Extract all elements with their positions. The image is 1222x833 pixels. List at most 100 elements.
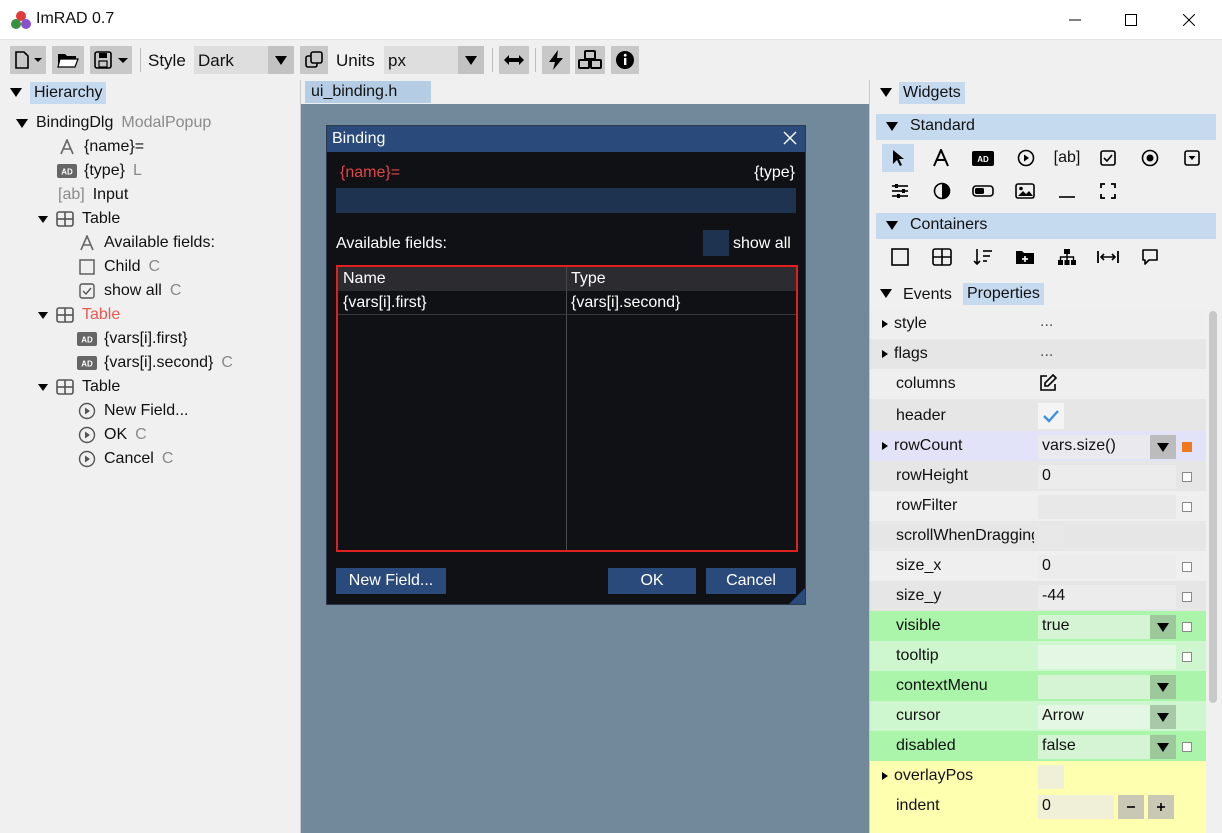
scrollbar-track[interactable] [1208, 309, 1218, 833]
tree-icon[interactable] [1051, 243, 1083, 271]
tree-item-available-fields[interactable]: Available fields: [76, 231, 215, 255]
prop-row-overlaypos[interactable]: overlayPos [870, 761, 1206, 791]
new-file-button[interactable] [10, 46, 46, 74]
prop-row-tooltip[interactable]: tooltip [870, 641, 1206, 671]
child-window-icon[interactable] [884, 243, 916, 271]
decrement-button[interactable] [1118, 795, 1144, 819]
prop-row-style[interactable]: style ... [870, 309, 1206, 339]
cubes-button[interactable] [575, 46, 605, 74]
column-header-name[interactable]: Name [343, 270, 386, 288]
containers-section-header[interactable]: Containers [876, 213, 1216, 239]
prop-row-rowcount[interactable]: rowCount vars.size() [870, 431, 1206, 461]
tree-item-cancel[interactable]: Cancel C [76, 447, 173, 471]
tooltip-icon[interactable] [1134, 243, 1166, 271]
resize-horizontal-button[interactable] [499, 46, 529, 74]
bolt-button[interactable] [542, 46, 570, 74]
binding-indicator[interactable] [1182, 562, 1192, 572]
style-select[interactable]: Dark [194, 46, 294, 74]
tab-ui-binding[interactable]: ui_binding.h [305, 81, 431, 103]
prop-row-flags[interactable]: flags ... [870, 339, 1206, 369]
expand-icon[interactable] [882, 350, 888, 358]
binding-indicator[interactable] [1182, 652, 1192, 662]
binding-indicator[interactable] [1182, 502, 1192, 512]
standard-section-header[interactable]: Standard [876, 114, 1216, 140]
binding-input[interactable] [336, 188, 796, 213]
prop-row-contextmenu[interactable]: contextMenu [870, 671, 1206, 701]
binding-indicator[interactable] [1182, 592, 1192, 602]
tree-item-table-1[interactable]: Table [38, 207, 120, 231]
binding-indicator[interactable] [1182, 622, 1192, 632]
button-icon[interactable] [1010, 144, 1042, 172]
increment-button[interactable] [1148, 795, 1174, 819]
slider-icon[interactable] [884, 177, 916, 205]
close-button[interactable] [1160, 0, 1218, 40]
tab-properties[interactable]: Properties [963, 283, 1044, 305]
binding-indicator[interactable] [1182, 742, 1192, 752]
fullscreen-icon[interactable] [1092, 177, 1124, 205]
tree-item-vars-first[interactable]: AD {vars[i].first} [76, 327, 188, 351]
rowfilter-input[interactable] [1038, 495, 1176, 519]
checkbox-icon[interactable] [1092, 144, 1124, 172]
prop-row-header[interactable]: header [870, 399, 1206, 431]
ok-button[interactable]: OK [608, 568, 696, 594]
expand-icon[interactable] [38, 311, 48, 319]
folder-add-icon[interactable] [1009, 243, 1041, 271]
tree-item-new-field[interactable]: New Field... [76, 399, 188, 423]
scrollwhendragging-checkbox[interactable] [1038, 525, 1064, 549]
visible-combo[interactable]: true [1038, 615, 1176, 639]
table-row[interactable]: {vars[i].first} {vars[i].second} [338, 291, 796, 315]
tree-item-type-text[interactable]: AD {type} L [56, 159, 142, 183]
selectable-icon[interactable]: AD [967, 144, 999, 172]
expand-icon[interactable] [16, 118, 28, 128]
collapse-icon[interactable] [880, 289, 892, 298]
save-button[interactable] [90, 46, 132, 74]
expand-icon[interactable] [38, 383, 48, 391]
tree-item-input[interactable]: [ab] Input [58, 183, 128, 207]
radio-icon[interactable] [1134, 144, 1166, 172]
separator-icon[interactable] [1051, 177, 1083, 205]
table-icon[interactable] [926, 243, 958, 271]
tab-widgets[interactable]: Widgets [899, 82, 965, 104]
resize-grip[interactable] [789, 588, 805, 604]
prop-row-visible[interactable]: visible true [870, 611, 1206, 641]
binding-indicator[interactable] [1182, 472, 1192, 482]
column-header-type[interactable]: Type [571, 270, 606, 288]
units-select[interactable]: px [384, 46, 484, 74]
scrollbar-thumb[interactable] [1209, 311, 1217, 703]
expand-icon[interactable] [882, 772, 888, 780]
clone-style-button[interactable] [300, 46, 328, 74]
prop-row-size-y[interactable]: size_y -44 [870, 581, 1206, 611]
input-text-icon[interactable]: [ab] [1051, 144, 1083, 172]
combo-icon[interactable] [1176, 144, 1208, 172]
binding-indicator[interactable] [1182, 442, 1192, 452]
collapse-icon[interactable] [10, 88, 22, 97]
text-icon[interactable] [925, 144, 957, 172]
tree-item-ok[interactable]: OK C [76, 423, 147, 447]
tooltip-input[interactable] [1038, 645, 1176, 669]
tree-item-vars-second[interactable]: AD {vars[i].second} C [76, 351, 233, 375]
tree-item-table-3[interactable]: Table [38, 375, 120, 399]
tree-item-name-text[interactable]: {name}= [56, 135, 144, 159]
maximize-button[interactable] [1102, 0, 1160, 40]
cancel-button[interactable]: Cancel [706, 568, 796, 594]
show-all-checkbox[interactable] [703, 230, 729, 256]
image-icon[interactable] [1009, 177, 1041, 205]
splitter-icon[interactable] [1092, 243, 1124, 271]
tab-events[interactable]: Events [903, 286, 952, 304]
dialog-close-icon[interactable] [783, 131, 797, 145]
disabled-combo[interactable]: false [1038, 735, 1176, 759]
cursor-combo[interactable]: Arrow [1038, 705, 1176, 729]
prop-row-rowfilter[interactable]: rowFilter [870, 491, 1206, 521]
color-icon[interactable] [926, 177, 958, 205]
tree-item-table-2-selected[interactable]: Table [38, 303, 120, 327]
contextmenu-combo[interactable] [1038, 675, 1176, 699]
progress-icon[interactable] [967, 177, 999, 205]
tree-item-show-all[interactable]: show all C [76, 279, 181, 303]
info-button[interactable] [611, 46, 639, 74]
prop-row-size-x[interactable]: size_x 0 [870, 551, 1206, 581]
prop-row-disabled[interactable]: disabled false [870, 731, 1206, 761]
pointer-icon[interactable] [882, 144, 914, 172]
expand-icon[interactable] [882, 320, 888, 328]
header-checkbox[interactable] [1038, 403, 1064, 429]
open-folder-button[interactable] [52, 46, 84, 74]
